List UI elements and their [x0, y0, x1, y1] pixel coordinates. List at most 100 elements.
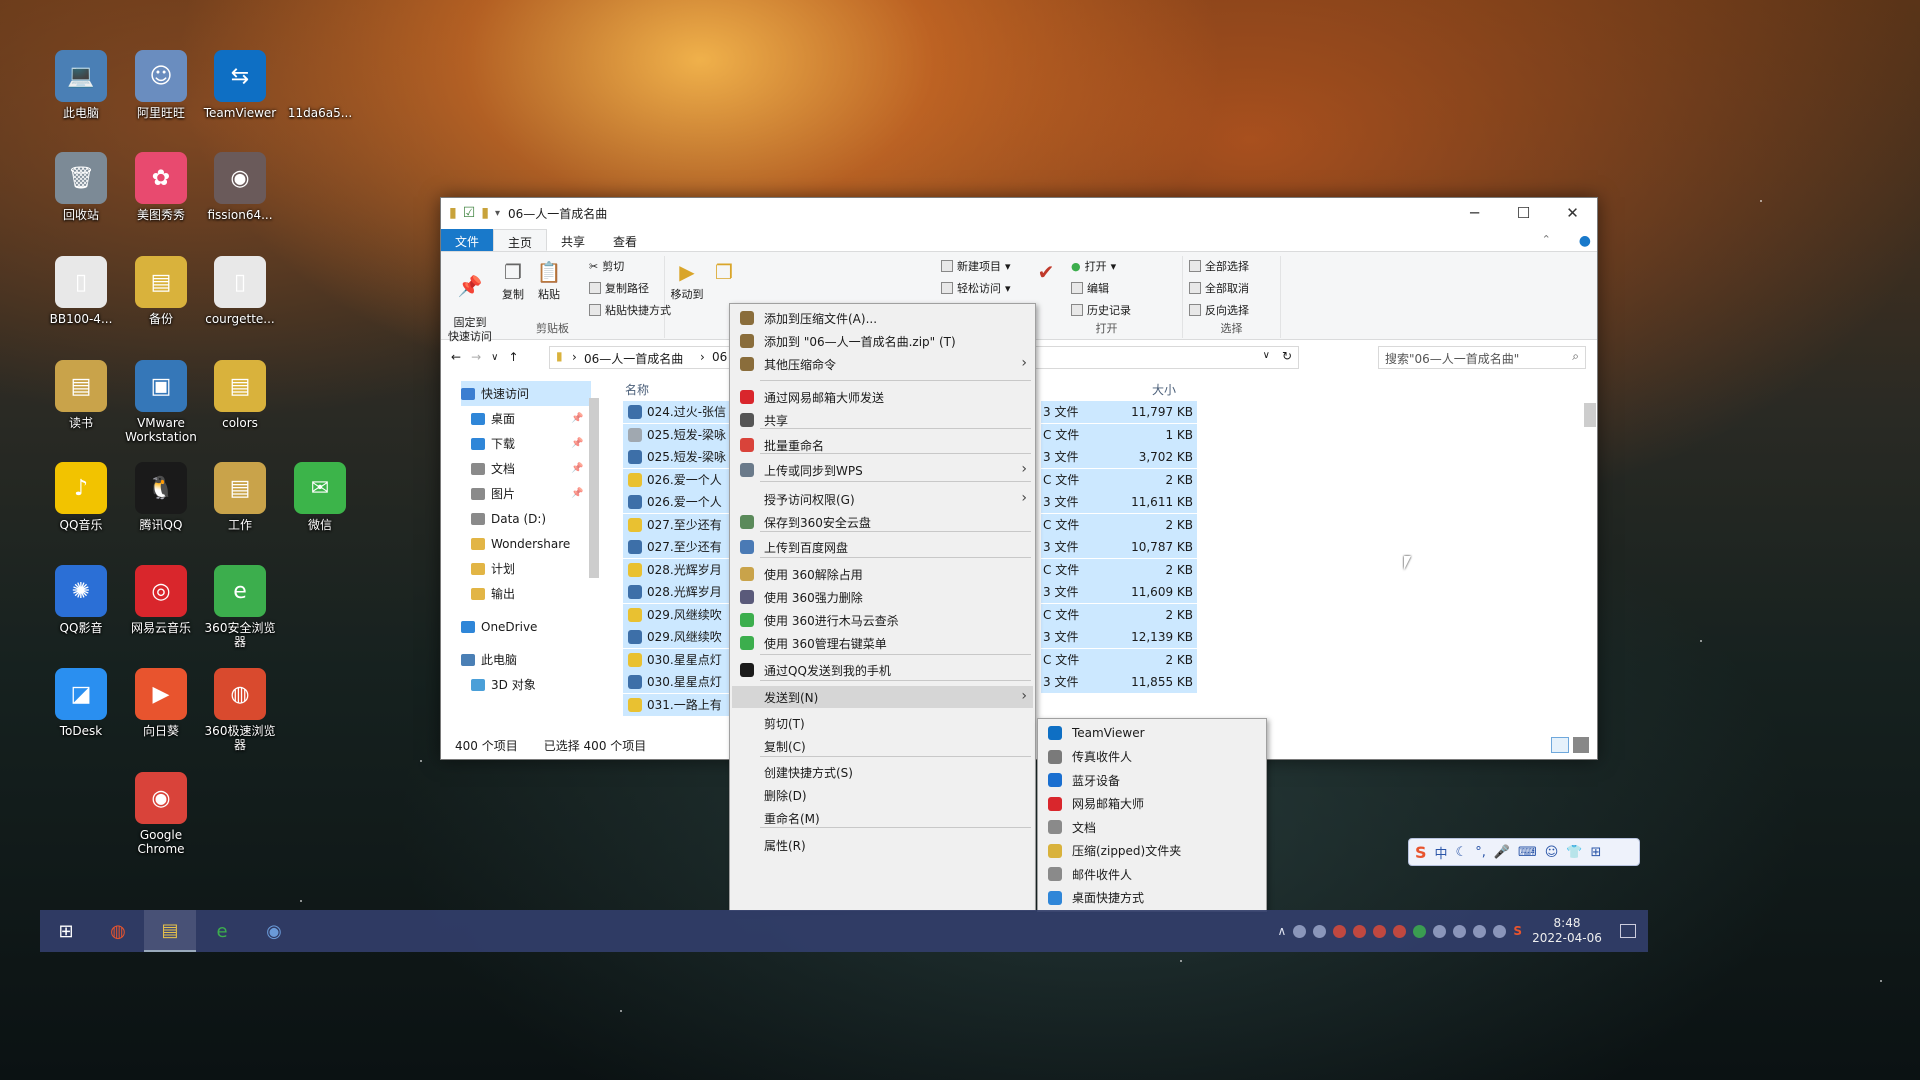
ime-mode-toggle[interactable]: 中	[1435, 843, 1448, 862]
easy-access-button[interactable]: 轻松访问 ▾	[941, 280, 1011, 296]
nav-item[interactable]: 快速访问	[461, 381, 591, 406]
history-button[interactable]: 历史记录	[1071, 302, 1131, 318]
desktop-icon[interactable]: ◪ ToDesk	[40, 668, 122, 738]
desktop-icon[interactable]: 11da6a5...	[279, 50, 361, 120]
context-menu-item[interactable]: 其他压缩命令 ›	[732, 353, 1033, 375]
desktop-icon[interactable]: 🗑 回收站	[40, 152, 122, 222]
chevron-down-icon[interactable]: ▾	[495, 208, 500, 219]
desktop-icon[interactable]: ▶ 向日葵	[120, 668, 202, 738]
clock[interactable]: 8:48 2022-04-06	[1529, 916, 1605, 946]
qq-icon[interactable]	[1333, 924, 1347, 938]
nav-item[interactable]: 桌面 📌	[471, 406, 583, 431]
paste-button[interactable]: 📋 粘贴	[531, 258, 567, 302]
breadcrumb-root[interactable]: 06—人一首成名曲	[584, 350, 683, 367]
send-to-item[interactable]: 桌面快捷方式	[1040, 887, 1264, 909]
nav-item[interactable]: 图片 📌	[471, 481, 583, 506]
desktop-icon[interactable]: ▯ courgette...	[199, 256, 281, 326]
send-to-item[interactable]: 邮件收件人	[1040, 863, 1264, 885]
send-to-item[interactable]: TeamViewer	[1040, 722, 1264, 744]
context-menu-item[interactable]: 删除(D)	[732, 784, 1033, 806]
new-folder-icon[interactable]: ▮	[481, 205, 489, 221]
context-menu-item[interactable]: 通过网易邮箱大师发送	[732, 386, 1033, 408]
context-menu-item[interactable]: 剪切(T)	[732, 712, 1033, 734]
refresh-icon[interactable]: ↻	[1282, 349, 1292, 363]
send-to-item[interactable]: 网易邮箱大师	[1040, 793, 1264, 815]
copy-path-button[interactable]: 复制路径	[589, 280, 649, 296]
collapse-ribbon-icon[interactable]: ⌃	[1528, 229, 1565, 251]
desktop-icon[interactable]: ▯ BB100-4...	[40, 256, 122, 326]
qq-icon[interactable]	[1393, 924, 1407, 938]
large-icons-view-icon[interactable]	[1573, 737, 1589, 753]
open-button[interactable]: ● 打开 ▾	[1071, 258, 1116, 274]
360-icon[interactable]	[1413, 924, 1427, 938]
taskbar-app[interactable]: ◉	[248, 910, 300, 952]
empty-file-area[interactable]	[1441, 379, 1581, 709]
ime-toolbar[interactable]: S 中 ☾ °, 🎤 ⌨ ☺ 👕 ⊞	[1408, 838, 1640, 866]
context-menu-item[interactable]: 创建快捷方式(S)	[732, 761, 1033, 783]
notification-icon[interactable]	[1620, 924, 1636, 938]
desktop-icon[interactable]: ◉ Google Chrome	[120, 772, 202, 856]
desktop-icon[interactable]: ♪ QQ音乐	[40, 462, 122, 532]
column-header-size[interactable]: 大小	[1152, 381, 1176, 398]
context-menu-item[interactable]: 重命名(M)	[732, 807, 1033, 829]
tab-share[interactable]: 共享	[547, 229, 599, 251]
skin-icon[interactable]: 👕	[1566, 845, 1582, 860]
cut-button[interactable]: ✂ 剪切	[589, 258, 624, 274]
recent-chevron-icon[interactable]: ∨	[491, 352, 498, 363]
new-item-button[interactable]: 新建项目 ▾	[941, 258, 1011, 274]
desktop-icon[interactable]: ▤ 备份	[120, 256, 202, 326]
column-header-name[interactable]: 名称	[625, 381, 649, 398]
minimize-button[interactable]: ─	[1450, 198, 1499, 228]
send-to-item[interactable]: 蓝牙设备	[1040, 769, 1264, 791]
close-button[interactable]: ✕	[1548, 198, 1597, 228]
context-menu-item[interactable]: 使用 360管理右键菜单	[732, 632, 1033, 654]
context-menu-item[interactable]: 使用 360进行木马云查杀	[732, 609, 1033, 631]
nav-item[interactable]: 3D 对象	[471, 672, 536, 697]
sogou-tray-icon[interactable]: S	[1513, 924, 1522, 938]
context-menu-item[interactable]: 复制(C)	[732, 735, 1033, 757]
toolbox-icon[interactable]: ⊞	[1591, 845, 1602, 860]
nav-item[interactable]: 此电脑	[461, 647, 517, 672]
context-menu-item[interactable]: 属性(R)	[732, 834, 1033, 856]
nav-item[interactable]: Data (D:)	[471, 506, 546, 531]
invert-selection-button[interactable]: 反向选择	[1189, 302, 1249, 318]
copy-button[interactable]: ❐ 复制	[495, 258, 531, 302]
nav-scrollbar[interactable]	[589, 398, 599, 578]
desktop-icon[interactable]: ✺ QQ影音	[40, 565, 122, 635]
context-menu-item[interactable]: 上传到百度网盘	[732, 536, 1033, 558]
tray-icon[interactable]	[1493, 924, 1507, 938]
qq-icon[interactable]	[1373, 924, 1387, 938]
desktop-icon[interactable]: ▤ 读书	[40, 360, 122, 430]
back-arrow-icon[interactable]: ←	[451, 350, 461, 364]
help-icon[interactable]: ●	[1565, 229, 1597, 251]
taskbar-file-explorer[interactable]: ▤	[144, 910, 196, 952]
tray-icon[interactable]	[1293, 924, 1307, 938]
context-menu-item[interactable]: 使用 360解除占用	[732, 563, 1033, 585]
nav-item[interactable]: 计划	[471, 556, 515, 581]
network-icon[interactable]	[1453, 924, 1467, 938]
context-menu-item[interactable]: 通过QQ发送到我的手机	[732, 659, 1033, 681]
show-hidden-icons-icon[interactable]: ∧	[1278, 924, 1287, 938]
move-to-button[interactable]: ▶ 移动到	[667, 258, 707, 302]
desktop-icon[interactable]: ◉ fission64...	[199, 152, 281, 222]
up-arrow-icon[interactable]: ↑	[508, 350, 518, 364]
desktop-icon[interactable]: ▤ colors	[199, 360, 281, 430]
desktop-icon[interactable]: ✉ 微信	[279, 462, 361, 532]
desktop-icon[interactable]: 💻 此电脑	[40, 50, 122, 120]
taskbar-360-browser[interactable]: ◍	[92, 910, 144, 952]
context-menu-item[interactable]: 添加到 "06—人一首成名曲.zip" (T)	[732, 330, 1033, 352]
tray-icon[interactable]	[1313, 924, 1327, 938]
punctuation-icon[interactable]: °,	[1475, 845, 1486, 860]
send-to-item[interactable]: 压缩(zipped)文件夹	[1040, 840, 1264, 862]
edit-button[interactable]: 编辑	[1071, 280, 1109, 296]
file-list-scrollbar[interactable]	[1584, 403, 1596, 427]
tab-view[interactable]: 查看	[599, 229, 651, 251]
breadcrumb-next[interactable]: 06	[712, 350, 727, 364]
nav-item[interactable]: OneDrive	[461, 614, 537, 639]
tray-icon[interactable]	[1433, 924, 1447, 938]
paste-shortcut-button[interactable]: 粘贴快捷方式	[589, 302, 671, 318]
microphone-icon[interactable]: 🎤	[1494, 845, 1510, 860]
context-menu-item[interactable]: 使用 360强力删除	[732, 586, 1033, 608]
context-menu-item[interactable]: 发送到(N) ›	[732, 686, 1033, 708]
context-menu-item[interactable]: 授予访问权限(G) ›	[732, 488, 1033, 510]
